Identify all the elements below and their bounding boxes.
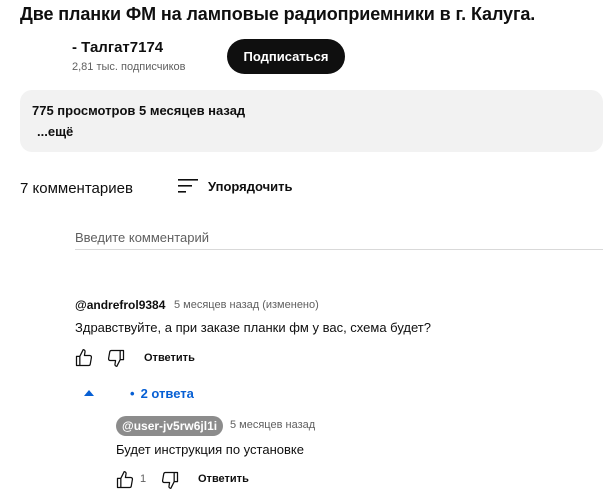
sort-button[interactable]: Упорядочить [208,179,293,194]
reply-author-badge[interactable]: @user-jv5rw6jl1i [116,416,224,436]
description-box[interactable]: 775 просмотров 5 месяцев назад ...ещё [20,90,603,152]
thumbs-down-icon[interactable] [160,470,180,490]
subscribe-button[interactable]: Подписаться [227,39,345,74]
comment-timestamp[interactable]: 5 месяцев назад (изменено) [174,299,319,311]
views-and-date: 775 просмотров 5 месяцев назад [32,103,246,118]
thumbs-down-icon[interactable] [106,348,126,368]
comment-author[interactable]: @andrefrol9384 [75,298,165,312]
sort-icon[interactable] [178,178,198,194]
thumbs-up-icon[interactable] [74,348,94,368]
comment-text: Здравствуйте, а при заказе планки фм у в… [75,320,431,335]
comment-input[interactable] [75,226,603,250]
comments-count: 7 комментариев [20,180,133,197]
show-more-link[interactable]: ...ещё [37,124,73,139]
reply-timestamp[interactable]: 5 месяцев назад [230,419,315,431]
caret-up-icon [84,389,94,396]
thumbs-up-icon[interactable] [115,470,135,490]
replies-count: 2 ответа [140,386,194,401]
channel-name[interactable]: - Талгат7174 [72,39,163,56]
subscriber-count: 2,81 тыс. подписчиков [72,61,186,73]
reply-button[interactable]: Ответить [144,352,195,364]
reply-button[interactable]: Ответить [198,473,249,485]
bullet: • [130,386,135,401]
reply-text: Будет инструкция по установке [116,442,304,457]
video-title: Две планки ФМ на ламповые радиоприемники… [20,4,536,24]
replies-toggle[interactable]: • 2 ответа [84,386,194,401]
like-count: 1 [140,473,147,485]
